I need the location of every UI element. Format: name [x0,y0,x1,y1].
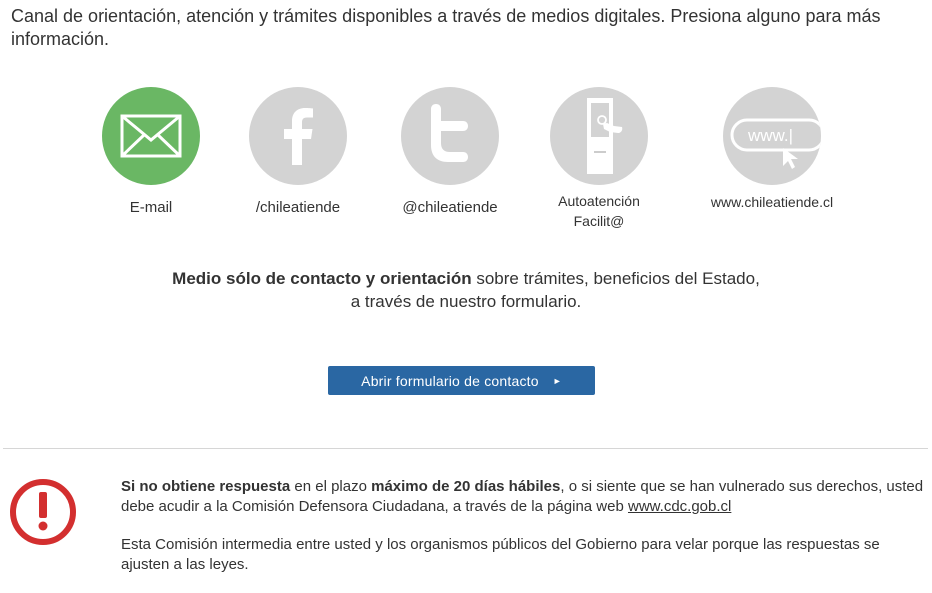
channel-kiosk-label: Autoatención Facilit@ [524,191,674,231]
kiosk-circle[interactable] [550,87,648,185]
channel-description: Medio sólo de contacto y orientación sob… [0,267,932,313]
channel-email[interactable]: E-mail [76,87,226,218]
warning-icon [10,479,76,545]
notice-paragraph-2: Esta Comisión intermedia entre usted y l… [121,536,880,573]
email-circle[interactable] [102,87,200,185]
channel-website[interactable]: www.| www.chileatiende.cl [697,87,847,212]
website-icon-text: www.| [747,126,793,145]
kiosk-label-line1: Autoatención [558,193,640,209]
divider [3,448,928,449]
chevron-right-icon: ► [552,375,562,386]
open-contact-form-button[interactable]: Abrir formulario de contacto ► [328,366,595,395]
cta-label: Abrir formulario de contacto [361,372,539,389]
channel-kiosk[interactable]: Autoatención Facilit@ [524,87,674,231]
kiosk-icon [587,98,623,174]
description-bold: Medio sólo de contacto y orientación [172,269,472,288]
channel-twitter[interactable]: @chileatiende [375,87,525,218]
twitter-circle[interactable] [401,87,499,185]
description-line2: a través de nuestro formulario. [350,292,582,311]
channel-twitter-label: @chileatiende [402,199,498,216]
website-circle[interactable]: www.| [723,87,821,185]
facebook-circle[interactable] [249,87,347,185]
email-icon [120,114,182,158]
notice-text-1: en el plazo [290,478,372,495]
notice-bold-1: Si no obtiene respuesta [121,478,291,495]
website-icon: www.| [730,118,821,169]
channel-facebook-label: /chileatiende [255,199,341,216]
channel-email-label: E-mail [129,199,173,216]
channel-facebook[interactable]: /chileatiende [223,87,373,218]
notice-paragraph-1: Si no obtiene respuesta en el plazo máxi… [121,477,926,517]
kiosk-label-line2: Facilit@ [573,213,625,229]
twitter-icon [431,104,468,162]
notice-text: Si no obtiene respuesta en el plazo máxi… [121,477,926,593]
cdc-link[interactable]: www.cdc.gob.cl [628,498,731,515]
channel-website-label: www.chileatiende.cl [710,194,834,210]
notice-bold-2: máximo de 20 días hábiles [371,478,561,495]
description-rest: sobre trámites, beneficios del Estado, [471,269,760,288]
facebook-icon [284,108,313,165]
intro-text: Canal de orientación, atención y trámite… [11,6,881,49]
